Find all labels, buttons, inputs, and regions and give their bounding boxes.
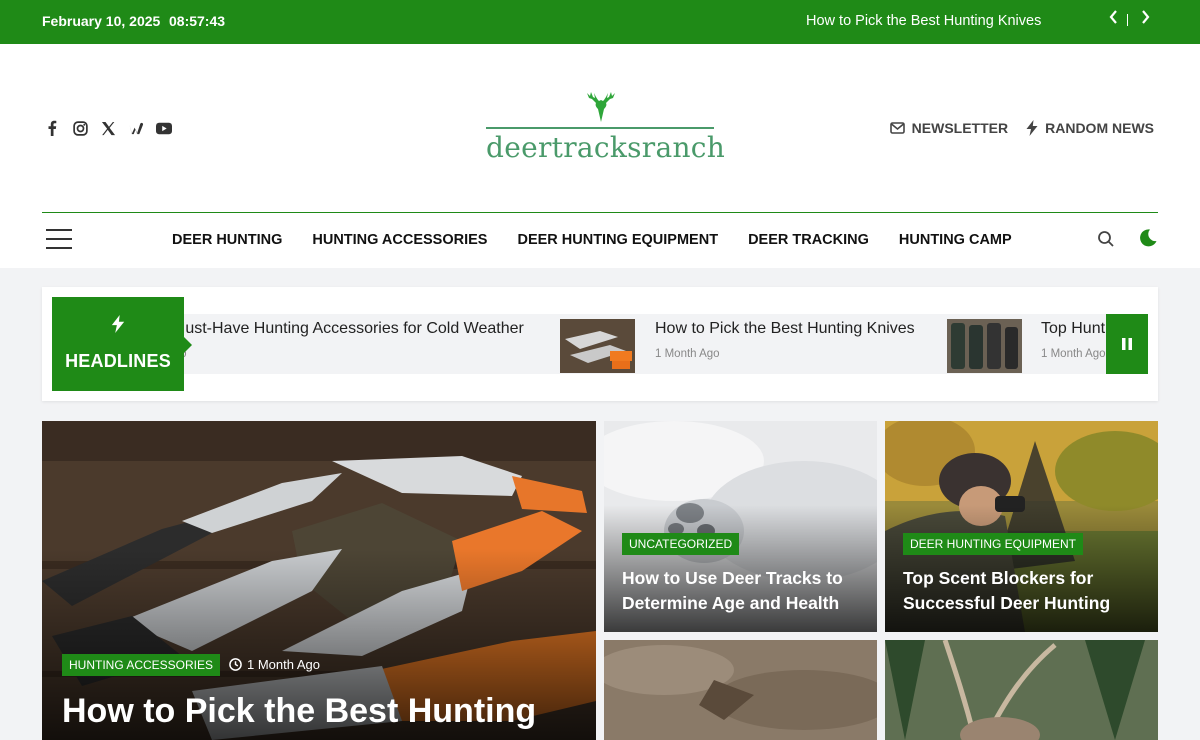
post-image <box>604 640 877 740</box>
instagram-icon[interactable] <box>72 120 88 136</box>
category-tag[interactable]: UNCATEGORIZED <box>622 533 740 555</box>
dark-mode-moon-icon[interactable] <box>1138 228 1158 253</box>
social-links <box>44 120 172 136</box>
post-card[interactable] <box>604 640 877 740</box>
chevron-right-icon[interactable] <box>1140 10 1150 29</box>
random-news-label: RANDOM NEWS <box>1045 120 1154 136</box>
headlines-label: HEADLINES <box>65 351 171 371</box>
youtube-icon[interactable] <box>156 120 172 136</box>
post-title-line-2: Determine Age and Health <box>622 593 840 614</box>
logo-rule <box>486 127 714 129</box>
category-tag[interactable]: DEER HUNTING EQUIPMENT <box>903 533 1084 555</box>
headline-item[interactable]: Top Hunting Binoculars 1 Month Ago <box>947 314 1132 374</box>
pause-icon <box>1122 338 1132 350</box>
post-card[interactable]: UNCATEGORIZED How to Use Deer Tracks to … <box>604 421 877 632</box>
headline-item[interactable]: Must-Have Hunting Accessories for Cold W… <box>172 314 562 374</box>
ticker-separator <box>1127 14 1128 26</box>
wattpad-icon[interactable] <box>128 120 144 136</box>
nav-item-deer-hunting[interactable]: DEER HUNTING <box>172 232 282 248</box>
bolt-icon <box>1026 120 1038 136</box>
newsletter-label: NEWSLETTER <box>911 120 1009 136</box>
header-links: NEWSLETTER RANDOM NEWS <box>889 120 1154 136</box>
top-ticker-link[interactable]: How to Pick the Best Hunting Knives <box>806 13 1041 29</box>
post-image <box>885 640 1158 740</box>
current-date: February 10, 2025 <box>42 13 161 29</box>
search-icon[interactable] <box>1097 230 1115 253</box>
hamburger-menu-icon[interactable] <box>46 229 72 249</box>
main-nav: DEER HUNTING HUNTING ACCESSORIES DEER HU… <box>0 212 1200 268</box>
random-news-link[interactable]: RANDOM NEWS <box>1026 120 1154 136</box>
headlines-ticker: HEADLINES Must-Have Hunting Accessories … <box>42 287 1158 401</box>
logo-text: deertracksranch <box>486 131 726 164</box>
current-time: 08:57:43 <box>169 13 226 29</box>
headline-thumbnail[interactable] <box>947 319 1022 373</box>
site-logo[interactable]: deertracksranch <box>486 84 726 168</box>
clock-icon <box>229 658 242 671</box>
nav-item-deer-hunting-equipment[interactable]: DEER HUNTING EQUIPMENT <box>517 232 718 248</box>
headline-title[interactable]: How to Pick the Best Hunting Knives <box>655 320 915 338</box>
headlines-badge: HEADLINES <box>52 297 192 391</box>
post-card[interactable]: DEER HUNTING EQUIPMENT Top Scent Blocker… <box>885 421 1158 632</box>
featured-post-card[interactable]: HUNTING ACCESSORIES 1 Month Ago How to P… <box>42 421 596 740</box>
bolt-icon <box>52 315 184 338</box>
headline-time: 1 Month Ago <box>1041 348 1106 360</box>
headline-thumbnail[interactable] <box>560 319 635 373</box>
post-card[interactable] <box>885 640 1158 740</box>
x-twitter-icon[interactable] <box>100 120 116 136</box>
post-title-line-1: How to Use Deer Tracks to <box>622 568 843 588</box>
post-title-line-1: Top Scent Blockers for <box>903 568 1094 588</box>
headlines-track: Must-Have Hunting Accessories for Cold W… <box>172 314 1132 374</box>
category-tag[interactable]: HUNTING ACCESSORIES <box>62 654 221 676</box>
post-title-line-2: Successful Deer Hunting <box>903 593 1111 614</box>
top-bar: February 10, 2025 08:57:43 How to Pick t… <box>0 0 1200 44</box>
post-time: 1 Month Ago <box>247 657 320 672</box>
newsletter-link[interactable]: NEWSLETTER <box>889 120 1009 136</box>
headline-item[interactable]: How to Pick the Best Hunting Knives 1 Mo… <box>560 314 940 374</box>
post-title[interactable]: Top Scent Blockers for Successful Deer H… <box>903 566 1110 617</box>
nav-item-deer-tracking[interactable]: DEER TRACKING <box>748 232 869 248</box>
chevron-left-icon[interactable] <box>1109 10 1119 29</box>
featured-post-title[interactable]: How to Pick the Best Hunting <box>62 691 536 732</box>
envelope-icon <box>889 122 905 134</box>
nav-item-hunting-accessories[interactable]: HUNTING ACCESSORIES <box>312 232 487 248</box>
post-title[interactable]: How to Use Deer Tracks to Determine Age … <box>622 566 843 617</box>
post-meta: 1 Month Ago <box>229 657 320 672</box>
headline-title[interactable]: Must-Have Hunting Accessories for Cold W… <box>172 320 524 338</box>
deer-logo-icon <box>587 92 615 122</box>
nav-menu: DEER HUNTING HUNTING ACCESSORIES DEER HU… <box>172 232 1012 248</box>
pause-button[interactable] <box>1106 314 1148 374</box>
headline-time: 1 Month Ago <box>655 348 720 360</box>
nav-item-hunting-camp[interactable]: HUNTING CAMP <box>899 232 1012 248</box>
facebook-icon[interactable] <box>44 120 60 136</box>
